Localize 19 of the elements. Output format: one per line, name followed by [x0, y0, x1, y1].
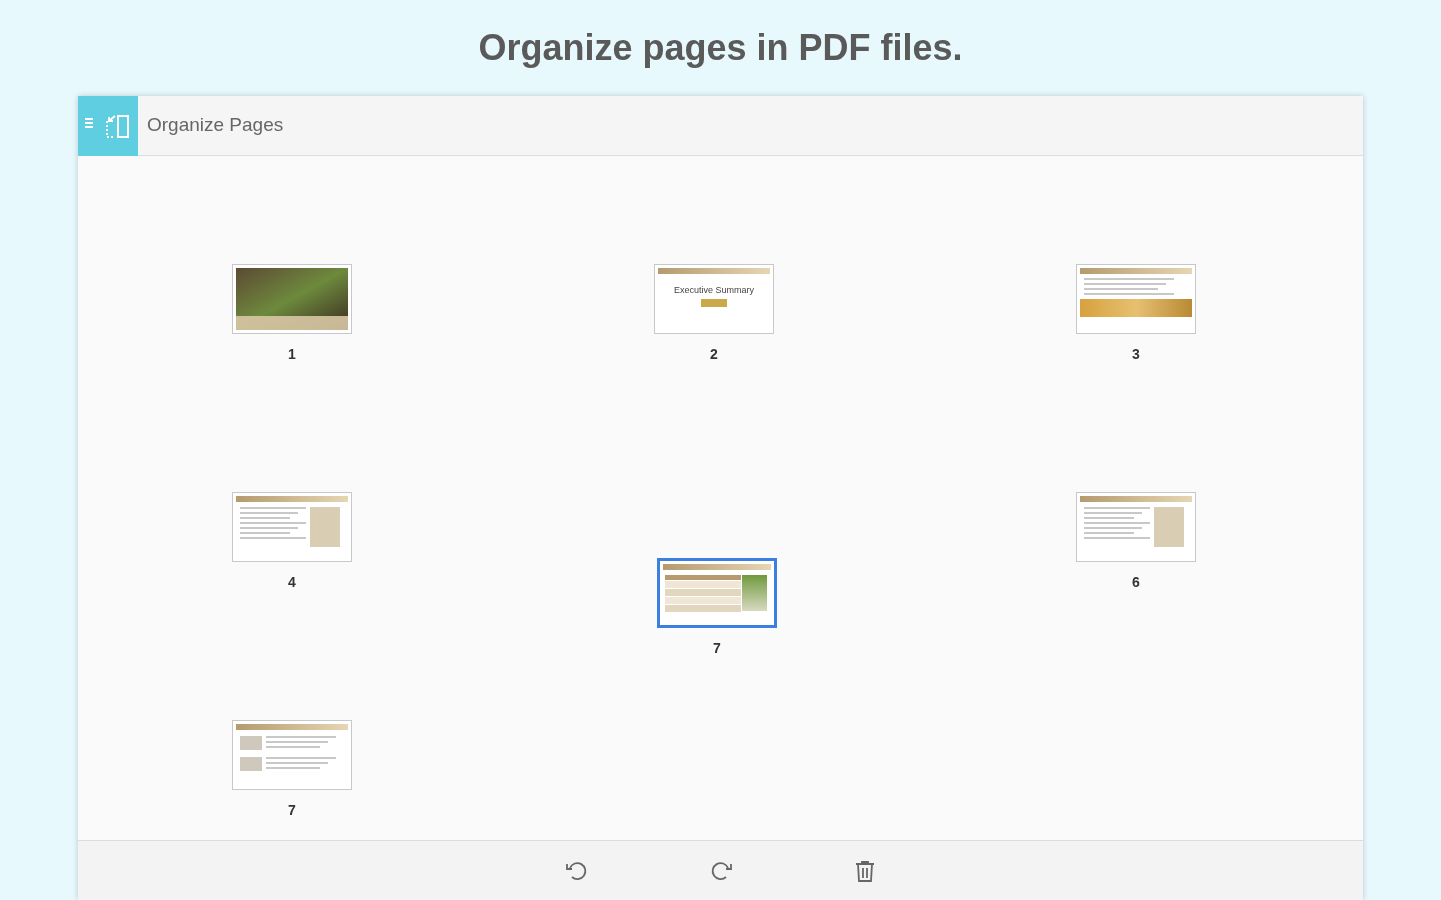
page-thumbnail[interactable]	[232, 720, 352, 790]
page-number: 2	[710, 345, 718, 364]
headline: Organize pages in PDF files.	[478, 26, 963, 70]
page-number: 3	[1132, 345, 1140, 364]
app-title: Organize Pages	[147, 113, 284, 138]
page-thumbnail[interactable]	[657, 558, 777, 628]
page-number: 6	[1132, 573, 1140, 592]
page-thumbnail[interactable]	[1076, 264, 1196, 334]
page-thumbnail[interactable]	[232, 264, 352, 334]
page-thumbnail[interactable]	[232, 492, 352, 562]
logo-block	[701, 299, 727, 307]
page-number: 7	[288, 801, 296, 820]
slide-title: Executive Summary	[674, 286, 754, 295]
page-number: 4	[288, 573, 296, 592]
page-number: 1	[288, 345, 296, 364]
page-thumbnail[interactable]: Executive Summary	[654, 264, 774, 334]
organize-pages-icon	[85, 112, 131, 139]
page-thumbnail[interactable]	[1076, 492, 1196, 562]
page-number: 7	[713, 639, 721, 658]
